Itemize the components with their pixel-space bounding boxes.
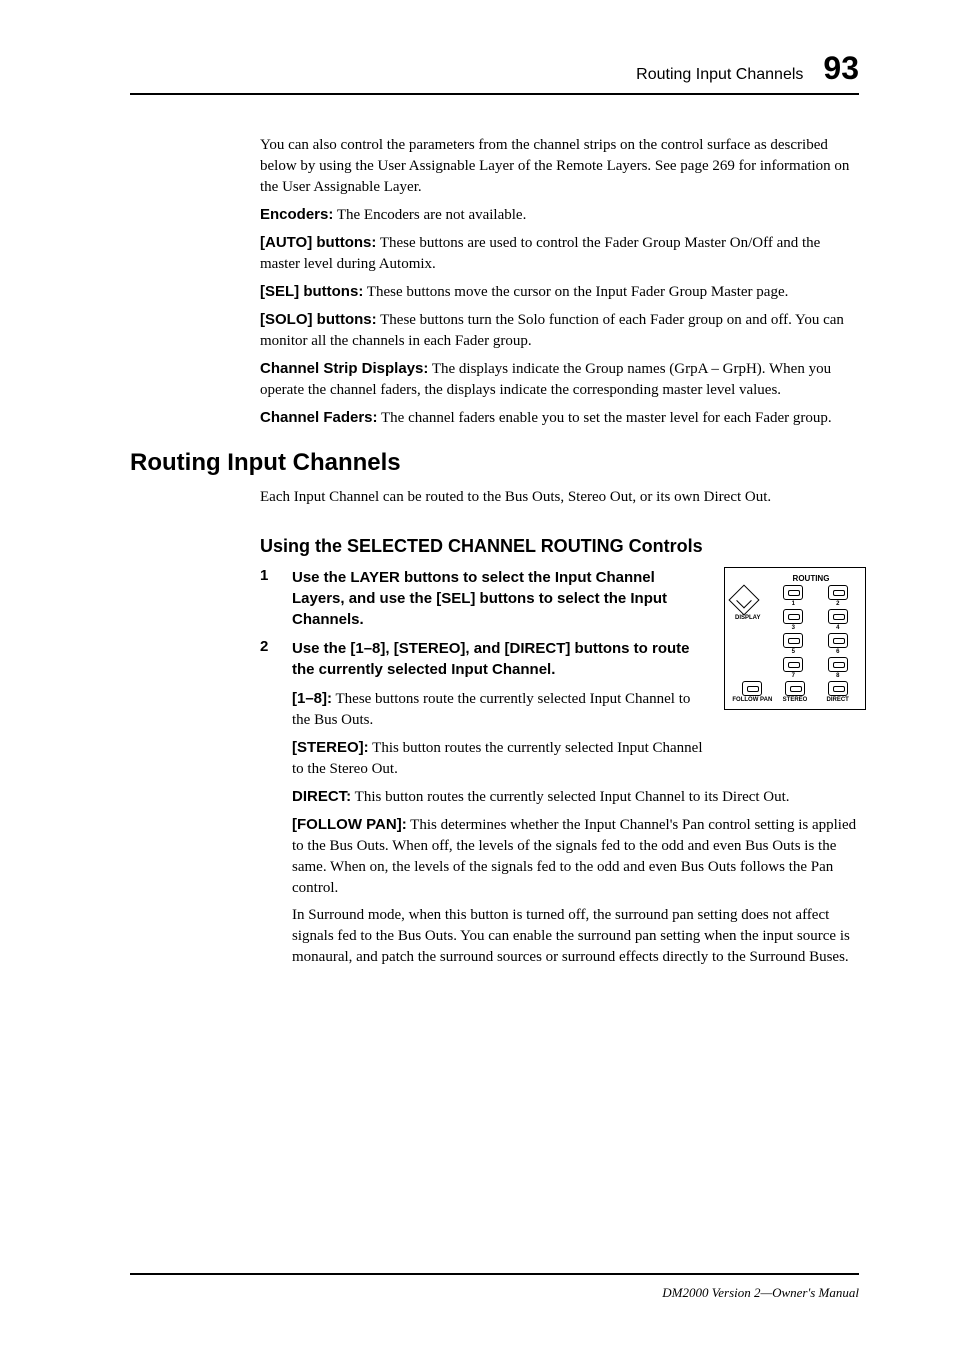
term-solo: [SOLO] buttons: [260,311,377,328]
follow-pan-btn [742,681,762,696]
step-num-1: 1 [260,567,274,584]
term-encoders: Encoders: [260,206,333,223]
page-footer: DM2000 Version 2—Owner's Manual [130,1273,859,1301]
step-num-2: 2 [260,638,274,655]
routing-btn-1 [783,585,803,600]
term-direct: DIRECT: [292,788,351,805]
display-label: DISPLAY [735,615,760,621]
surround-para: In Surround mode, when this button is tu… [292,905,859,968]
desc-1-8: These buttons route the currently select… [292,691,690,728]
term-auto: [AUTO] buttons: [260,234,376,251]
routing-panel-diagram: ROUTING DISPLAY 1 2 3 4 5 6 7 8 [724,567,869,710]
step-text-2: Use the [1–8], [STEREO], and [DIRECT] bu… [292,638,705,680]
term-follow-pan: [FOLLOW PAN]: [292,816,407,833]
steps-and-diagram: ROUTING DISPLAY 1 2 3 4 5 6 7 8 [260,567,859,780]
page-header: Routing Input Channels 93 [130,50,859,95]
term-stereo: [STEREO]: [292,739,369,756]
routing-btn-8 [828,657,848,672]
desc-faders: The channel faders enable you to set the… [378,410,832,426]
term-strip: Channel Strip Displays: [260,360,428,377]
term-faders: Channel Faders: [260,409,378,426]
routing-btn-7 [783,657,803,672]
stereo-btn [785,681,805,696]
desc-encoders: The Encoders are not available. [333,207,526,223]
step-text-1: Use the LAYER buttons to select the Inpu… [292,567,705,630]
intro-para: You can also control the parameters from… [260,135,859,198]
header-title: Routing Input Channels [636,66,803,84]
step-1: 1 Use the LAYER buttons to select the In… [260,567,705,630]
routing-title: ROUTING [763,574,859,583]
routing-btn-3 [783,609,803,624]
desc-sel: These buttons move the cursor on the Inp… [363,284,788,300]
routing-btn-2 [828,585,848,600]
display-knob-icon [728,584,759,615]
heading-selected-channel: Using the SELECTED CHANNEL ROUTING Contr… [260,536,859,557]
direct-btn [828,681,848,696]
term-sel: [SEL] buttons: [260,283,363,300]
h1-desc: Each Input Channel can be routed to the … [260,487,859,508]
heading-routing: Routing Input Channels [130,449,859,477]
body-content: You can also control the parameters from… [260,135,859,429]
step-2: 2 Use the [1–8], [STEREO], and [DIRECT] … [260,638,705,680]
term-1-8: [1–8]: [292,690,332,707]
desc-direct: This button routes the currently selecte… [351,789,789,805]
routing-btn-6 [828,633,848,648]
routing-btn-4 [828,609,848,624]
routing-btn-5 [783,633,803,648]
page-number: 93 [823,50,859,87]
